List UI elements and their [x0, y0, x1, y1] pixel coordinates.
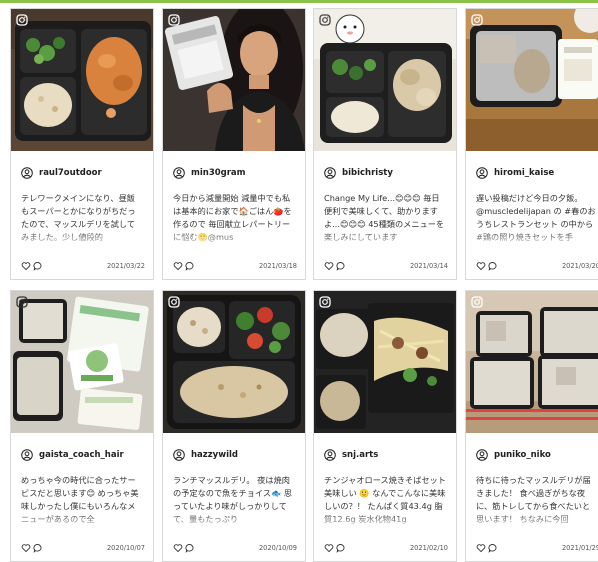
- heart-icon[interactable]: [324, 261, 334, 271]
- post-date: 2021/03/18: [258, 262, 297, 270]
- caption-fade: [466, 513, 598, 531]
- caption-fade: [314, 513, 456, 531]
- post-user[interactable]: snj.arts: [324, 448, 378, 462]
- user-circle-icon: [324, 449, 336, 461]
- post-footer: 2021/03/18: [173, 260, 297, 272]
- post-card[interactable]: snj.arts チンジャオロース焼きそばセット 美味しい 🙂 なんでこんなに美…: [313, 290, 457, 562]
- username: gaista_coach_hair: [39, 450, 124, 460]
- caption-fade: [466, 231, 598, 249]
- caption-fade: [11, 513, 153, 531]
- post-card[interactable]: min30gram 今日から減量開始 減量中でも私は基本的にお家で🏠ごはん🍅を作…: [162, 8, 306, 280]
- post-date: 2021/03/22: [106, 262, 145, 270]
- comment-icon[interactable]: [336, 261, 346, 271]
- instagram-icon: [471, 296, 483, 308]
- caption-fade: [11, 231, 153, 249]
- heart-icon[interactable]: [173, 543, 183, 553]
- post-footer: 2021/03/14: [324, 260, 448, 272]
- heart-icon[interactable]: [476, 261, 486, 271]
- post-photo[interactable]: [163, 9, 305, 151]
- top-accent-line: [0, 0, 598, 3]
- instagram-icon: [319, 14, 331, 26]
- post-card[interactable]: hiromi_kaise 遅い投稿だけど今日の夕飯。@muscledelijap…: [465, 8, 598, 280]
- post-photo[interactable]: [466, 291, 598, 433]
- post-user[interactable]: gaista_coach_hair: [21, 448, 124, 462]
- post-card[interactable]: gaista_coach_hair めっちゃ今の時代に合ったサービスだと思います…: [10, 290, 154, 562]
- caption-fade: [163, 231, 305, 249]
- post-user[interactable]: min30gram: [173, 166, 246, 180]
- heart-icon[interactable]: [476, 543, 486, 553]
- comment-icon[interactable]: [488, 261, 498, 271]
- user-circle-icon: [324, 167, 336, 179]
- comment-icon[interactable]: [185, 261, 195, 271]
- username: hazzywild: [191, 450, 238, 460]
- post-footer: 2020/10/07: [21, 542, 145, 554]
- heart-icon[interactable]: [21, 543, 31, 553]
- comment-icon[interactable]: [185, 543, 195, 553]
- post-user[interactable]: bibichristy: [324, 166, 393, 180]
- user-circle-icon: [21, 167, 33, 179]
- post-photo[interactable]: [11, 9, 153, 151]
- username: snj.arts: [342, 450, 379, 460]
- comment-icon[interactable]: [33, 261, 43, 271]
- post-card[interactable]: raul7outdoor テレワークメインになり、昼飯もスーパーとかになりがちだ…: [10, 8, 154, 280]
- heart-icon[interactable]: [21, 261, 31, 271]
- post-photo[interactable]: [314, 291, 456, 433]
- post-user[interactable]: hazzywild: [173, 448, 238, 462]
- post-footer: 2021/02/10: [324, 542, 448, 554]
- user-circle-icon: [476, 167, 488, 179]
- post-photo[interactable]: [314, 9, 456, 151]
- post-user[interactable]: puniko_niko: [476, 448, 551, 462]
- post-user[interactable]: hiromi_kaise: [476, 166, 554, 180]
- post-date: 2021/03/14: [409, 262, 448, 270]
- post-photo[interactable]: [163, 291, 305, 433]
- instagram-icon: [16, 14, 28, 26]
- post-card[interactable]: bibichristy Change My Life...😊😊😊 毎日便利で美味…: [313, 8, 457, 280]
- post-footer: 2021/03/22: [21, 260, 145, 272]
- post-photo[interactable]: [11, 291, 153, 433]
- comment-icon[interactable]: [488, 543, 498, 553]
- comment-icon[interactable]: [336, 543, 346, 553]
- instagram-icon: [168, 296, 180, 308]
- user-circle-icon: [173, 167, 185, 179]
- instagram-icon: [16, 296, 28, 308]
- post-date: 2020/10/09: [258, 544, 297, 552]
- post-footer: 2021/01/29: [476, 542, 598, 554]
- post-footer: 2021/03/20: [476, 260, 598, 272]
- user-circle-icon: [21, 449, 33, 461]
- post-date: 2021/03/20: [561, 262, 598, 270]
- heart-icon[interactable]: [173, 261, 183, 271]
- post-date: 2021/01/29: [561, 544, 598, 552]
- post-photo[interactable]: [466, 9, 598, 151]
- heart-icon[interactable]: [324, 543, 334, 553]
- post-user[interactable]: raul7outdoor: [21, 166, 102, 180]
- user-circle-icon: [476, 449, 488, 461]
- post-card[interactable]: hazzywild ランチマッスルデリ。 夜は焼肉の予定なので魚をチョイス🐟 思…: [162, 290, 306, 562]
- username: puniko_niko: [494, 450, 551, 460]
- post-footer: 2020/10/09: [173, 542, 297, 554]
- instagram-icon: [168, 14, 180, 26]
- instagram-icon: [319, 296, 331, 308]
- caption-fade: [163, 513, 305, 531]
- comment-icon[interactable]: [33, 543, 43, 553]
- post-date: 2020/10/07: [106, 544, 145, 552]
- username: min30gram: [191, 168, 246, 178]
- instagram-icon: [471, 14, 483, 26]
- username: hiromi_kaise: [494, 168, 555, 178]
- user-circle-icon: [173, 449, 185, 461]
- username: raul7outdoor: [39, 168, 102, 178]
- username: bibichristy: [342, 168, 393, 178]
- caption-fade: [314, 231, 456, 249]
- post-date: 2021/02/10: [409, 544, 448, 552]
- post-card[interactable]: puniko_niko 待ちに待ったマッスルデリが届きました！ 食べ過ぎがちな夜…: [465, 290, 598, 562]
